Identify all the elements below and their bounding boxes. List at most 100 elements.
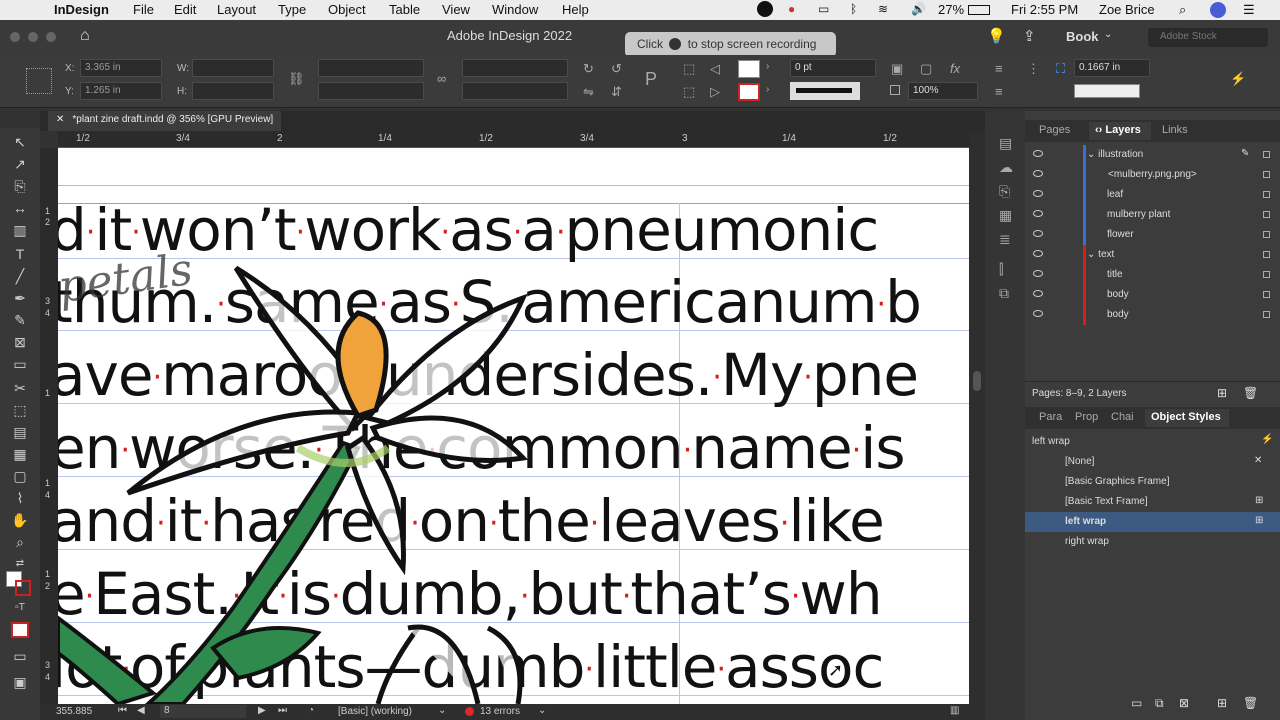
stroke-type-dropdown[interactable] <box>790 82 860 100</box>
page-tool-icon[interactable]: ⎘ <box>11 178 29 195</box>
shear-field[interactable] <box>462 82 568 100</box>
object-style-item[interactable]: [Basic Graphics Frame] <box>1025 472 1280 492</box>
record-stop-icon[interactable] <box>757 1 773 17</box>
user-name[interactable]: Zoe Brice <box>1099 2 1155 17</box>
scale-y-field[interactable] <box>318 82 424 100</box>
open-new-window-icon[interactable]: ◔ <box>308 705 314 716</box>
layer-select-square[interactable] <box>1263 211 1270 218</box>
offset-field[interactable]: 0.1667 in <box>1074 59 1150 77</box>
visibility-eye-icon[interactable] <box>1033 290 1043 297</box>
align-panel-icon[interactable]: ⫿ <box>999 261 1003 278</box>
opacity-field[interactable]: 100% <box>908 82 978 100</box>
tab-character[interactable]: Chai <box>1111 411 1134 423</box>
flower-illustration[interactable] <box>58 148 969 704</box>
zoom-level[interactable]: 355.885 <box>56 706 92 717</box>
align-center-icon[interactable]: ≡ <box>995 84 1003 99</box>
airplay-icon[interactable]: ▭ <box>818 2 829 16</box>
layer-row-text[interactable]: ⌄ text <box>1025 245 1280 265</box>
layer-select-square[interactable] <box>1263 271 1270 278</box>
visibility-eye-icon[interactable] <box>1033 230 1043 237</box>
battery-icon[interactable] <box>968 5 990 15</box>
free-transform-tool-icon[interactable]: ⬚ <box>11 402 29 419</box>
fill-menu-chevron-icon[interactable]: › <box>766 61 769 72</box>
visibility-eye-icon[interactable] <box>1033 150 1043 157</box>
screen-mode-icon[interactable]: ▭ <box>11 648 29 665</box>
gap-tool-icon[interactable]: ↔ <box>11 200 29 216</box>
text-wrap-icon[interactable]: ▣ <box>891 61 903 77</box>
quick-apply-icon[interactable]: ⚡ <box>1230 71 1246 87</box>
object-style-item[interactable]: right wrap <box>1025 532 1280 552</box>
menu-layout[interactable]: Layout <box>217 2 256 17</box>
tab-properties[interactable]: Prop <box>1075 411 1098 423</box>
swatch-preview[interactable] <box>1074 84 1140 98</box>
menu-edit[interactable]: Edit <box>174 2 196 17</box>
menu-window[interactable]: Window <box>492 2 538 17</box>
quick-apply-bolt-icon[interactable]: ⚡ <box>1261 434 1273 445</box>
visibility-eye-icon[interactable] <box>1033 190 1043 197</box>
stroke-swatch[interactable] <box>738 83 760 101</box>
visibility-eye-icon[interactable] <box>1033 210 1043 217</box>
layer-select-square[interactable] <box>1263 231 1270 238</box>
layer-select-square[interactable] <box>1263 151 1270 158</box>
menu-type[interactable]: Type <box>278 2 306 17</box>
line-tool-icon[interactable]: ╱ <box>11 268 29 285</box>
gradient-tool-icon[interactable]: ▤ <box>11 424 29 441</box>
load-styles-icon[interactable]: ⧉ <box>1155 696 1164 711</box>
direct-selection-tool-icon[interactable]: ↗ <box>11 156 29 173</box>
vertical-scrollbar[interactable] <box>969 131 985 704</box>
chevron-down-icon[interactable]: ⌄ <box>1104 29 1112 40</box>
layer-select-square[interactable] <box>1263 191 1270 198</box>
first-page-icon[interactable]: ⏮ <box>118 705 127 716</box>
new-layer-icon[interactable]: ⊞ <box>1217 386 1227 400</box>
apply-none-icon[interactable] <box>11 622 29 638</box>
object-style-item[interactable]: [Basic Text Frame] ⊞ <box>1025 492 1280 512</box>
document-canvas[interactable]: d·it·won’t·work·as·a·pneumonic thum.·sam… <box>58 148 969 704</box>
close-tab-icon[interactable]: ✕ <box>56 114 64 125</box>
swatches-panel-icon[interactable]: ▦ <box>999 207 1012 224</box>
y-field[interactable]: 1.265 in <box>80 82 162 100</box>
auto-fit-icon[interactable]: ⛶ <box>1056 61 1065 77</box>
error-count[interactable]: 13 errors <box>480 706 520 717</box>
pages-panel-icon[interactable]: ▤ <box>999 135 1012 152</box>
errors-chevron-icon[interactable]: ⌄ <box>538 705 546 716</box>
note-tool-icon[interactable]: ▢ <box>11 468 29 485</box>
tab-links[interactable]: Links <box>1162 124 1188 136</box>
layer-select-square[interactable] <box>1263 171 1270 178</box>
visibility-eye-icon[interactable] <box>1033 310 1043 317</box>
p-flip-icon[interactable]: P <box>645 69 657 90</box>
delete-layer-icon[interactable]: 🗑 <box>1243 386 1258 400</box>
wifi-icon[interactable]: ≋ <box>878 2 888 16</box>
menu-file[interactable]: File <box>133 2 154 17</box>
delete-style-icon[interactable]: 🗑 <box>1243 696 1258 710</box>
columns-icon[interactable]: ⋮ <box>1027 61 1040 77</box>
layer-row[interactable]: flower <box>1025 225 1280 245</box>
vertical-ruler[interactable]: 1 2 3 4 1 1 4 1 2 3 4 <box>40 148 58 704</box>
tab-object-styles[interactable]: Object Styles <box>1145 409 1229 427</box>
visibility-eye-icon[interactable] <box>1033 270 1043 277</box>
rotate-cw-icon[interactable]: ↻ <box>583 61 594 77</box>
workspace-switcher[interactable]: Book <box>1066 29 1099 44</box>
selection-tool-icon[interactable]: ↖ <box>11 134 29 151</box>
menu-object[interactable]: Object <box>328 2 366 17</box>
content-collector-icon[interactable]: ▥ <box>11 222 29 239</box>
rectangle-tool-icon[interactable]: ▭ <box>11 356 29 373</box>
stroke-color-icon[interactable] <box>15 580 31 596</box>
type-tool-icon[interactable]: T <box>11 246 29 262</box>
adobe-stock-search[interactable]: Adobe Stock <box>1148 28 1268 47</box>
control-center-icon[interactable]: ☰ <box>1243 2 1255 18</box>
menu-view[interactable]: View <box>442 2 470 17</box>
flip-horizontal-icon[interactable]: ⇋ <box>583 84 594 100</box>
home-icon[interactable]: ⌂ <box>80 27 90 45</box>
scissors-tool-icon[interactable]: ✂ <box>11 380 29 397</box>
volume-icon[interactable]: 🔊 <box>911 2 926 16</box>
siri-icon[interactable] <box>1210 2 1226 18</box>
h-field[interactable] <box>192 82 274 100</box>
zoom-window-icon[interactable] <box>46 32 56 42</box>
clock[interactable]: Fri 2:55 PM <box>1011 2 1078 17</box>
layer-select-square[interactable] <box>1263 311 1270 318</box>
close-window-icon[interactable] <box>10 32 20 42</box>
tab-layers[interactable]: ‹› Layers <box>1089 122 1151 140</box>
last-page-icon[interactable]: ⏭ <box>278 705 287 716</box>
formatting-affects-text-icon[interactable]: ▫T <box>11 602 29 613</box>
select-container-icon[interactable]: ⬚ <box>683 61 695 77</box>
